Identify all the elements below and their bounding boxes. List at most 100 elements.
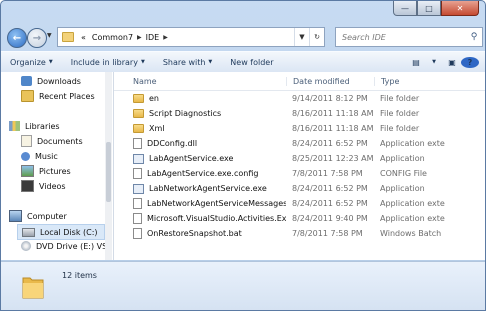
file-type: File folder <box>380 124 420 133</box>
address-bar[interactable]: « Common7 ▶ IDE ▶ ▼ ↻ <box>57 27 325 47</box>
help-button[interactable]: ? <box>461 56 479 68</box>
file-row[interactable]: Xml 8/16/2011 11:18 AM File folder <box>114 121 485 136</box>
breadcrumb-common7[interactable]: Common7 <box>89 33 136 42</box>
address-dropdown-icon[interactable]: ▼ <box>294 28 309 46</box>
forward-button[interactable]: → <box>27 28 47 48</box>
videos-icon <box>21 180 34 192</box>
file-name: LabAgentService.exe.config <box>147 169 259 178</box>
file-date-modified: 8/24/2011 6:52 PM <box>292 139 368 148</box>
folder-icon <box>133 94 144 103</box>
sidebar-item-documents[interactable]: Documents <box>21 134 83 148</box>
file-name: LabNetworkAgentService.exe <box>149 184 267 193</box>
libraries-icon <box>9 121 20 131</box>
help-icon: ? <box>461 56 479 68</box>
share-with-label: Share with <box>162 57 206 67</box>
file-date-modified: 9/14/2011 8:12 PM <box>292 94 368 103</box>
new-folder-label: New folder <box>230 57 274 67</box>
file-icon <box>133 228 142 239</box>
chevron-down-icon: ▼ <box>208 59 213 65</box>
file-row[interactable]: LabNetworkAgentService.exe 8/24/2011 6:52… <box>114 181 485 196</box>
back-button[interactable]: ← <box>7 28 27 48</box>
sidebar-item-dvd-drive[interactable]: DVD Drive (E:) VS <box>21 239 107 253</box>
scrollbar-thumb[interactable] <box>106 142 111 202</box>
recent-pages-dropdown[interactable]: ▼ <box>47 32 52 39</box>
file-row[interactable]: OnRestoreSnapshot.bat 7/8/2011 7:58 PM Win… <box>114 226 485 241</box>
minimize-button[interactable]: — <box>393 1 417 16</box>
details-pane: 12 items <box>1 261 485 310</box>
dvd-drive-icon <box>21 241 31 251</box>
window-controls: — □ ✕ <box>393 1 479 16</box>
sidebar-item-label: Libraries <box>25 121 60 131</box>
preview-pane-icon[interactable]: ▣ <box>443 58 461 67</box>
music-icon <box>21 151 30 161</box>
chevron-down-icon: ▼ <box>140 59 145 65</box>
breadcrumb-overflow[interactable]: « <box>78 33 89 42</box>
search-input[interactable]: Search IDE ⚲ <box>335 27 483 47</box>
navigation-bar: ← → ▼ « Common7 ▶ IDE ▶ ▼ ↻ Search IDE ⚲ <box>5 25 483 49</box>
sidebar-item-pictures[interactable]: Pictures <box>21 164 71 178</box>
share-with-menu[interactable]: Share with ▼ <box>154 58 221 67</box>
view-options-dropdown-icon[interactable]: ▼ <box>425 59 443 65</box>
sidebar-item-videos[interactable]: Videos <box>21 179 66 193</box>
sidebar-item-label: Music <box>35 151 58 161</box>
file-type: Windows Batch <box>380 229 442 238</box>
file-row[interactable]: LabAgentService.exe 8/25/2011 12:23 AM App… <box>114 151 485 166</box>
file-icon <box>133 168 142 179</box>
include-in-library-menu[interactable]: Include in library ▼ <box>62 58 154 67</box>
file-type: Application exte <box>380 199 445 208</box>
organize-menu[interactable]: Organize ▼ <box>1 58 62 67</box>
organize-label: Organize <box>10 57 46 67</box>
column-header-name[interactable]: Name <box>114 77 286 86</box>
file-name: Script Diagnostics <box>149 109 222 118</box>
change-view-icon[interactable]: ▤ <box>407 58 425 67</box>
navigation-pane: Downloads Recent Places Libraries Docume… <box>1 72 114 260</box>
file-row[interactable]: LabAgentService.exe.config 7/8/2011 7:58 … <box>114 166 485 181</box>
refresh-icon[interactable]: ↻ <box>309 28 324 46</box>
chevron-right-icon[interactable]: ▶ <box>136 34 143 41</box>
file-name: DDConfig.dll <box>147 139 198 148</box>
close-button[interactable]: ✕ <box>441 1 479 16</box>
search-icon[interactable]: ⚲ <box>466 32 482 42</box>
folder-icon <box>62 32 74 42</box>
file-date-modified: 8/16/2011 11:18 AM <box>292 109 374 118</box>
documents-icon <box>21 135 32 147</box>
navigation-scrollbar[interactable] <box>105 72 112 260</box>
local-disk-icon <box>22 227 35 237</box>
maximize-button[interactable]: □ <box>417 1 441 16</box>
sidebar-item-local-disk[interactable]: Local Disk (C:) <box>17 224 105 240</box>
file-type: Application <box>380 184 425 193</box>
file-name-cell: LabNetworkAgentService.exe <box>114 183 286 194</box>
file-type: File folder <box>380 94 420 103</box>
file-row[interactable]: LabNetworkAgentServiceMessages.dll 8/24/2… <box>114 196 485 211</box>
search-placeholder: Search IDE <box>342 32 386 42</box>
sidebar-item-label: Recent Places <box>39 91 95 101</box>
sidebar-item-label: Computer <box>27 211 67 221</box>
folder-icon <box>133 109 144 118</box>
breadcrumb-ide[interactable]: IDE <box>143 33 163 42</box>
file-type: Application exte <box>380 214 445 223</box>
file-name: LabAgentService.exe <box>149 154 234 163</box>
file-name: Xml <box>149 124 165 133</box>
new-folder-button[interactable]: New folder <box>221 58 282 67</box>
chevron-right-icon[interactable]: ▶ <box>162 34 169 41</box>
file-date-modified: 8/24/2011 6:52 PM <box>292 199 368 208</box>
file-row[interactable]: Microsoft.VisualStudio.Activities.Expres… <box>114 211 485 226</box>
column-header-type[interactable]: Type <box>374 76 485 86</box>
file-rows: en 9/14/2011 8:12 PM File folder Script Dia… <box>114 91 485 241</box>
file-row[interactable]: Script Diagnostics 8/16/2011 11:18 AM File… <box>114 106 485 121</box>
sidebar-item-libraries[interactable]: Libraries <box>9 119 60 133</box>
file-name-cell: Xml <box>114 124 286 133</box>
command-toolbar: Organize ▼ Include in library ▼ Share with… <box>1 51 485 73</box>
sidebar-item-music[interactable]: Music <box>21 149 58 163</box>
file-name-cell: LabAgentService.exe <box>114 153 286 164</box>
sidebar-item-recent-places[interactable]: Recent Places <box>21 89 95 103</box>
sidebar-item-downloads[interactable]: Downloads <box>21 74 81 88</box>
file-date-modified: 8/16/2011 11:18 AM <box>292 124 374 133</box>
column-header-date-modified[interactable]: Date modified <box>286 76 374 86</box>
file-name-cell: DDConfig.dll <box>114 138 286 149</box>
downloads-icon <box>21 76 32 86</box>
file-row[interactable]: DDConfig.dll 8/24/2011 6:52 PM Application… <box>114 136 485 151</box>
sidebar-item-computer[interactable]: Computer <box>9 209 67 223</box>
file-row[interactable]: en 9/14/2011 8:12 PM File folder <box>114 91 485 106</box>
sidebar-item-label: Videos <box>39 181 66 191</box>
